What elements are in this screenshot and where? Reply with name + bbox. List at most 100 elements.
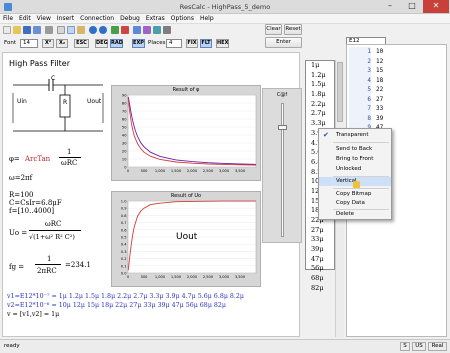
phi-chart[interactable]: Result of φ 90 80 70 60 50 40 30 20 10 0 0 500 1,000…: [111, 85, 261, 181]
worksheet-title: High Pass Filter: [9, 59, 70, 68]
y-tick-label: 0.3: [121, 250, 127, 254]
listbox-item[interactable]: 47μ: [306, 255, 334, 265]
open-folder-icon[interactable]: [13, 26, 21, 34]
deg-button[interactable]: DEG: [95, 39, 108, 48]
menu-item-bring-front[interactable]: Bring to Front: [319, 155, 391, 164]
places-label: Places: [148, 40, 166, 46]
copy-icon[interactable]: [67, 26, 75, 34]
scrollbar-thumb[interactable]: [337, 62, 343, 122]
listbox-item[interactable]: 1.5μ: [306, 80, 334, 90]
slider-track[interactable]: [281, 103, 284, 237]
menu-item-send-back[interactable]: Send to Back: [319, 145, 391, 154]
new-file-icon[interactable]: [3, 26, 11, 34]
circuit-diagram: [12, 79, 104, 132]
redo-icon[interactable]: [99, 26, 107, 34]
slider-thumb[interactable]: [278, 125, 287, 130]
data-row[interactable]: 6 27: [347, 94, 447, 104]
subscript-button[interactable]: X₂: [56, 39, 68, 48]
c-formula: C=CsIr=6.8μF: [9, 199, 62, 207]
slider-label: C@f: [276, 92, 288, 98]
stop-icon[interactable]: [121, 26, 129, 34]
insert-chart-icon[interactable]: [133, 26, 141, 34]
menu-extras[interactable]: Extras: [143, 14, 168, 24]
menu-options[interactable]: Options: [168, 14, 197, 24]
menu-insert[interactable]: Insert: [54, 14, 77, 24]
uout-annotation: Uout: [176, 232, 198, 242]
menu-item-unlocked[interactable]: Unlocked: [319, 165, 391, 174]
cut-icon[interactable]: [57, 26, 65, 34]
fix-button[interactable]: FIX: [186, 39, 198, 48]
uo-chart[interactable]: Result of Uo 1.0 0.9 0.8 0.7 0.6 0.5 0.4 0.3 0.2…: [111, 191, 261, 287]
clear-button[interactable]: Clear: [265, 24, 282, 35]
fg-lhs: fg =: [9, 263, 25, 271]
x-tick-label: 500: [141, 275, 149, 279]
uo-fraction-bar: [29, 230, 81, 231]
capacitance-slider-panel[interactable]: C@f: [262, 88, 302, 243]
flt-button[interactable]: FLT: [200, 39, 212, 48]
menu-item-transparent[interactable]: Transparent: [319, 131, 391, 140]
rad-button[interactable]: RAD: [110, 39, 123, 48]
y-tick-label: 0.2: [121, 257, 127, 261]
font-size-select[interactable]: 14: [20, 39, 38, 48]
phi-fraction-bar: [59, 157, 81, 158]
save-as-icon[interactable]: [33, 26, 41, 34]
data-row[interactable]: 4 18: [347, 75, 447, 85]
data-row[interactable]: 2 12: [347, 56, 447, 66]
y-tick-label: 1.0: [121, 200, 127, 204]
listbox-item[interactable]: 33μ: [306, 235, 334, 245]
exp-button[interactable]: EXP: [132, 39, 145, 48]
worksheet[interactable]: High Pass Filter C R Uin Uout φ= ArcTan …: [2, 52, 300, 337]
menu-item-copy-data[interactable]: Copy Data: [319, 199, 391, 208]
y-tick-label: 70: [122, 110, 127, 114]
menu-help[interactable]: Help: [197, 14, 217, 24]
enter-button[interactable]: Enter: [265, 37, 302, 48]
data-row[interactable]: 1 10: [347, 47, 447, 57]
status-us: US: [412, 342, 426, 351]
menu-item-delete[interactable]: Delete: [319, 210, 391, 219]
data-row[interactable]: 3 15: [347, 66, 447, 76]
data-row[interactable]: 5 22: [347, 85, 447, 95]
menu-connection[interactable]: Connection: [77, 14, 117, 24]
y-tick-label: 50: [122, 126, 127, 130]
menu-item-copy-bitmap[interactable]: Copy Bitmap: [319, 190, 391, 199]
omega-formula: ω=2πf: [9, 174, 33, 182]
listbox-item[interactable]: 82μ: [306, 284, 334, 294]
y-tick-label: 10: [122, 158, 127, 162]
settings-icon[interactable]: [163, 26, 171, 34]
listbox-item[interactable]: 68μ: [306, 274, 334, 284]
listbox-item[interactable]: 27μ: [306, 226, 334, 236]
menu-edit[interactable]: Edit: [16, 14, 34, 24]
insert-image-icon[interactable]: [143, 26, 151, 34]
menu-debug[interactable]: Debug: [117, 14, 143, 24]
listbox-item[interactable]: 39μ: [306, 245, 334, 255]
maximize-button[interactable]: □: [402, 0, 422, 13]
paste-icon[interactable]: [77, 26, 85, 34]
row-value: 18: [376, 76, 384, 84]
hex-button[interactable]: HEX: [216, 39, 229, 48]
run-icon[interactable]: [111, 26, 119, 34]
superscript-button[interactable]: X²: [42, 39, 54, 48]
undo-icon[interactable]: [89, 26, 97, 34]
listbox-item[interactable]: 2.7μ: [306, 109, 334, 119]
data-row[interactable]: 7 33: [347, 104, 447, 114]
listbox-item[interactable]: 1.2μ: [306, 71, 334, 81]
print-icon[interactable]: [45, 26, 53, 34]
insert-table-icon[interactable]: [153, 26, 161, 34]
listbox-item[interactable]: 1.8μ: [306, 90, 334, 100]
listbox-item[interactable]: 1μ: [306, 61, 334, 71]
data-row[interactable]: 8 39: [347, 113, 447, 123]
places-select[interactable]: 4: [166, 39, 182, 48]
minimize-button[interactable]: –: [380, 0, 400, 13]
menu-file[interactable]: File: [0, 14, 16, 24]
x-tick-label: 0: [127, 169, 130, 173]
reset-button[interactable]: Reset: [284, 24, 302, 35]
close-button[interactable]: ✕: [423, 0, 449, 13]
listbox-item[interactable]: 2.2μ: [306, 100, 334, 110]
x-tick-label: 3,000: [219, 169, 230, 173]
save-icon[interactable]: [23, 26, 31, 34]
listbox-item[interactable]: 56μ: [306, 264, 334, 274]
row-number: 1: [349, 47, 371, 57]
menu-view[interactable]: View: [34, 14, 54, 24]
esc-button[interactable]: ESC: [74, 39, 89, 48]
row-value: 22: [376, 86, 384, 93]
